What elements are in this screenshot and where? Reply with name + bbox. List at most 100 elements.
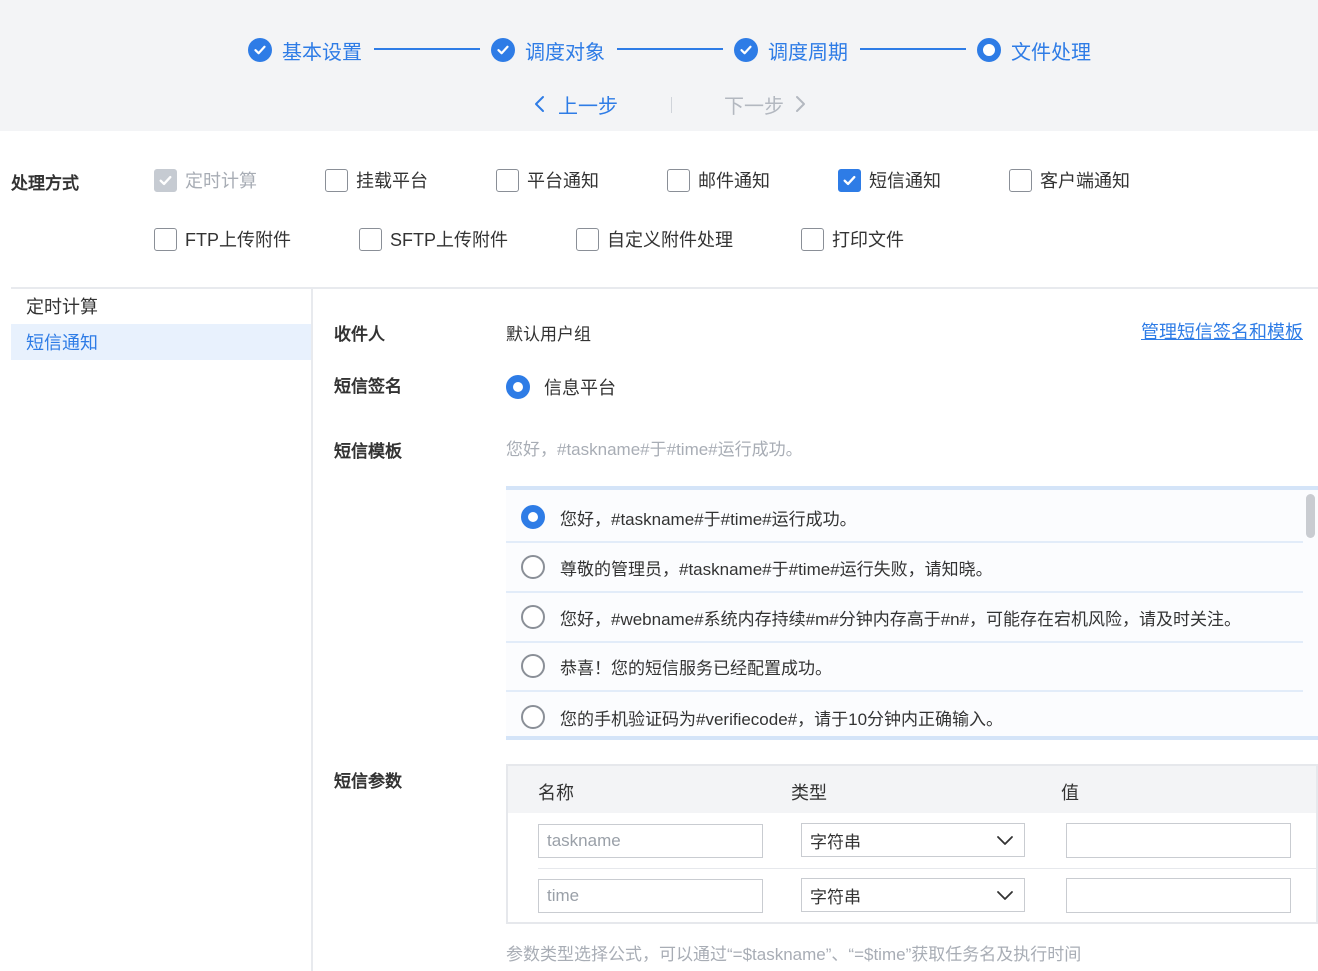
checkbox-label: 客户端通知	[1040, 171, 1130, 191]
template-text: 恭喜！您的短信服务已经配置成功。	[560, 658, 832, 678]
step-header: 基本设置 调度对象 调度周期 文件处理 上一步 下一步	[0, 0, 1318, 131]
template-text: 您好，#taskname#于#time#运行成功。	[560, 509, 857, 529]
param-type-value: 字符串	[810, 832, 861, 852]
checkbox-icon	[325, 168, 348, 192]
column-header-type: 类型	[791, 783, 827, 803]
side-item-sms-notify[interactable]: 短信通知	[11, 324, 311, 360]
check-circle-icon	[248, 38, 272, 62]
signature-radio-option[interactable]: 信息平台	[506, 374, 616, 400]
checkbox-icon	[576, 227, 599, 251]
check-circle-icon	[734, 38, 758, 62]
template-text: 您的手机验证码为#verifiecode#，请于10分钟内正确输入。	[560, 709, 1004, 729]
radio-icon	[521, 654, 545, 678]
step-label: 调度对象	[525, 41, 605, 64]
side-item-label: 短信通知	[26, 333, 98, 353]
template-list: 您好，#taskname#于#time#运行成功。 尊敬的管理员，#taskna…	[506, 486, 1318, 740]
step-label: 调度周期	[768, 41, 848, 64]
chevron-right-icon	[796, 96, 805, 112]
manage-sms-templates-link[interactable]: 管理短信签名和模板	[1141, 318, 1303, 344]
current-step-icon	[977, 38, 1001, 62]
radio-icon	[521, 705, 545, 729]
recipient-label: 收件人	[334, 325, 385, 344]
checkbox-label: FTP上传附件	[185, 230, 291, 250]
step-connector	[860, 48, 966, 50]
template-text: 尊敬的管理员，#taskname#于#time#运行失败，请知晓。	[560, 559, 993, 579]
column-header-value: 值	[1061, 783, 1079, 803]
checkbox-checked-icon	[838, 168, 861, 192]
param-name-input[interactable]: taskname	[538, 824, 763, 858]
panel-divider	[311, 289, 313, 971]
template-preview: 您好，#taskname#于#time#运行成功。	[506, 440, 803, 459]
checkbox-label: SFTP上传附件	[390, 230, 509, 250]
template-option[interactable]: 您好，#webname#系统内存持续#m#分钟内存高于#n#，可能存在宕机风险，…	[506, 593, 1303, 643]
radio-selected-icon	[521, 505, 545, 529]
checkbox-scheduled-calc[interactable]: 定时计算	[154, 167, 257, 193]
checkbox-label: 挂载平台	[356, 171, 428, 191]
checkbox-icon	[359, 227, 382, 251]
row-divider	[538, 868, 1318, 869]
checkbox-label: 短信通知	[869, 171, 941, 191]
step-schedule-object[interactable]: 调度对象	[491, 36, 605, 64]
checkbox-icon	[1009, 168, 1032, 192]
checkbox-icon	[496, 168, 519, 192]
chevron-down-icon	[997, 836, 1013, 845]
side-item-label: 定时计算	[26, 297, 98, 317]
checkbox-checked-icon	[154, 168, 177, 192]
prev-step-button[interactable]: 上一步	[532, 90, 618, 118]
step-label: 文件处理	[1011, 41, 1091, 64]
check-circle-icon	[491, 38, 515, 62]
checkbox-label: 自定义附件处理	[607, 230, 733, 250]
checkbox-label: 邮件通知	[698, 171, 770, 191]
template-text: 您好，#webname#系统内存持续#m#分钟内存高于#n#，可能存在宕机风险，…	[560, 609, 1242, 629]
step-schedule-period[interactable]: 调度周期	[734, 36, 848, 64]
step-connector	[374, 48, 480, 50]
checkbox-sms-notify[interactable]: 短信通知	[838, 167, 941, 193]
step-file-processing[interactable]: 文件处理	[977, 36, 1091, 64]
checkbox-print-file[interactable]: 打印文件	[801, 226, 904, 252]
template-scrollbar[interactable]	[1303, 490, 1318, 736]
checkbox-platform-notify[interactable]: 平台通知	[496, 167, 599, 193]
step-label: 基本设置	[282, 41, 362, 64]
signature-option-label: 信息平台	[544, 378, 616, 398]
processing-method-label: 处理方式	[11, 174, 79, 193]
param-name-input[interactable]: time	[538, 879, 763, 913]
step-connector	[617, 48, 723, 50]
params-table: 名称 类型 值 taskname 字符串 time 字符串	[506, 764, 1318, 924]
params-table-header: 名称 类型 值	[508, 766, 1316, 813]
recipient-value: 默认用户组	[506, 325, 591, 344]
template-option[interactable]: 恭喜！您的短信服务已经配置成功。	[506, 642, 1303, 692]
param-type-select[interactable]: 字符串	[801, 878, 1025, 912]
radio-icon	[521, 605, 545, 629]
checkbox-ftp-upload[interactable]: FTP上传附件	[154, 226, 291, 252]
template-option[interactable]: 尊敬的管理员，#taskname#于#time#运行失败，请知晓。	[506, 543, 1303, 593]
checkbox-sftp-upload[interactable]: SFTP上传附件	[359, 226, 508, 252]
scrollbar-thumb[interactable]	[1306, 494, 1315, 538]
checkbox-icon	[801, 227, 824, 251]
chevron-left-icon	[535, 96, 544, 112]
side-item-scheduled-calc[interactable]: 定时计算	[11, 288, 311, 324]
next-step-button[interactable]: 下一步	[724, 90, 808, 118]
param-value-input[interactable]	[1066, 823, 1291, 858]
param-type-value: 字符串	[810, 887, 861, 907]
next-step-label: 下一步	[724, 95, 784, 118]
checkbox-mount-platform[interactable]: 挂载平台	[325, 167, 428, 193]
chevron-down-icon	[997, 891, 1013, 900]
params-hint: 参数类型选择公式，可以通过“=$taskname”、“=$time”获取任务名及…	[506, 945, 1082, 964]
template-label: 短信模板	[334, 442, 402, 461]
checkbox-custom-attachment[interactable]: 自定义附件处理	[576, 226, 733, 252]
checkbox-label: 平台通知	[527, 171, 599, 191]
template-option[interactable]: 您好，#taskname#于#time#运行成功。	[506, 493, 1303, 543]
param-type-select[interactable]: 字符串	[801, 823, 1025, 857]
column-header-name: 名称	[538, 783, 574, 803]
checkbox-client-notify[interactable]: 客户端通知	[1009, 167, 1130, 193]
checkbox-email-notify[interactable]: 邮件通知	[667, 167, 770, 193]
radio-selected-icon	[506, 375, 530, 399]
param-value-input[interactable]	[1066, 878, 1291, 913]
step-basic-settings[interactable]: 基本设置	[248, 36, 362, 64]
template-option[interactable]: 您的手机验证码为#verifiecode#，请于10分钟内正确输入。	[506, 692, 1303, 736]
checkbox-label: 定时计算	[185, 171, 257, 191]
nav-separator	[671, 97, 672, 113]
checkbox-icon	[154, 227, 177, 251]
prev-step-label: 上一步	[558, 95, 618, 118]
signature-label: 短信签名	[334, 377, 402, 396]
